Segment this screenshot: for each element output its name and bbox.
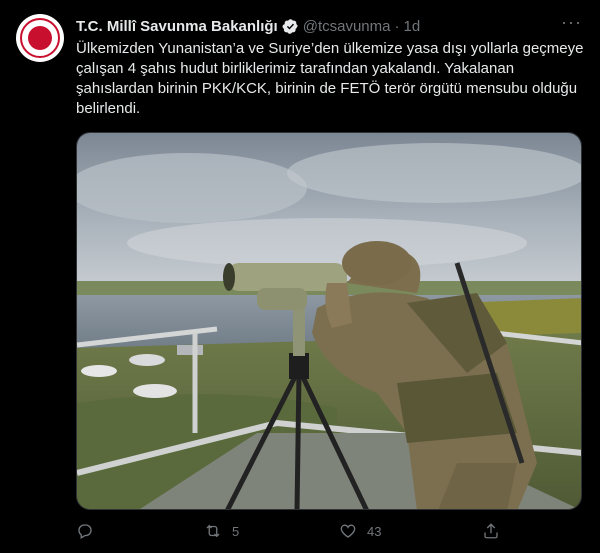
tweet-text-line: belirlendi. (76, 100, 141, 117)
timestamp[interactable]: 1d (403, 18, 420, 35)
retweet-count: 5 (232, 523, 240, 539)
reply-icon (78, 524, 92, 539)
like-count: 43 (367, 523, 382, 539)
share-icon (484, 523, 498, 539)
retweet-icon (206, 524, 220, 538)
tweet-text-line: çalışan 4 şahıs hudut birliklerimiz tara… (76, 60, 515, 77)
tweet-text: Ülkemizden Yunanistan’a ve Suriye’den ül… (76, 39, 584, 119)
tweet-text-line: Ülkemizden Yunanistan’a ve Suriye’den ül… (76, 40, 584, 57)
tweet-header: T.C. Millî Savunma Bakanlığı @tcsavunma … (76, 15, 420, 37)
author-handle[interactable]: @tcsavunma (303, 18, 391, 35)
heart-icon (340, 524, 356, 538)
verified-badge-icon (282, 18, 299, 35)
retweet-button[interactable]: 5 (204, 522, 239, 540)
tweet-actions: 5 43 (76, 522, 546, 546)
share-button[interactable] (482, 522, 510, 540)
like-button[interactable]: 43 (339, 522, 381, 540)
soldier-binoculars-photo (77, 133, 581, 509)
reply-button[interactable] (76, 522, 104, 540)
ministry-emblem-icon (20, 18, 60, 58)
more-options-icon[interactable]: ··· (561, 12, 582, 33)
tweet[interactable]: T.C. Millî Savunma Bakanlığı @tcsavunma … (0, 0, 600, 553)
tweet-photo[interactable] (76, 132, 582, 510)
author-name[interactable]: T.C. Millî Savunma Bakanlığı (76, 18, 278, 35)
avatar[interactable] (16, 14, 64, 62)
tweet-text-line: şahıslardan birinin PKK/KCK, birinin de … (76, 80, 578, 97)
separator: · (394, 17, 400, 35)
